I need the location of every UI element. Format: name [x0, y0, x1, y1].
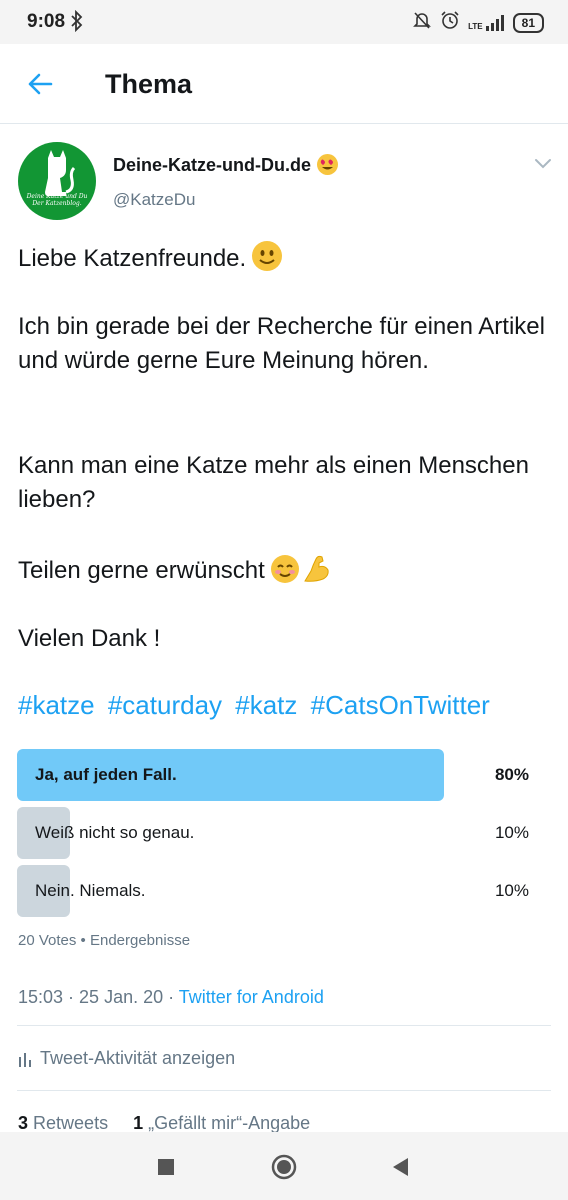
poll-option-label: Nein. Niemals.	[35, 881, 146, 900]
tweet-stats: 3 Retweets 1 „Gefällt mir“-Angabe	[18, 1113, 310, 1134]
avatar-caption: Deine Katze und Du Der Katzenblog.	[18, 193, 96, 207]
recents-button[interactable]	[151, 1152, 181, 1182]
poll-option: Ja, auf jeden Fall. 80%	[17, 749, 531, 801]
divider	[17, 1025, 551, 1026]
mute-icon	[412, 10, 432, 35]
tweet-line-1: Liebe Katzenfreunde.	[18, 241, 548, 276]
tweet-share-text: Teilen gerne erwünscht	[18, 557, 265, 584]
circle-icon	[271, 1154, 297, 1180]
divider	[17, 1090, 551, 1091]
alarm-icon	[440, 10, 460, 35]
author-handle[interactable]: @KatzeDu	[113, 190, 195, 210]
hashtag-list: #katze #caturday #katz #CatsOnTwitter	[18, 690, 496, 721]
poll-option-label: Weiß nicht so genau.	[35, 823, 195, 842]
poll-option: Weiß nicht so genau. 10%	[17, 807, 531, 859]
cat-logo-icon	[45, 150, 76, 196]
hashtag-katze[interactable]: #katze	[18, 690, 95, 720]
author-name-text: Deine-Katze-und-Du.de	[113, 155, 311, 175]
tweet-paragraph-share: Teilen gerne erwünscht	[18, 553, 548, 588]
tweet-options-button[interactable]	[530, 152, 556, 174]
likes-label: „Gefällt mir“-Angabe	[148, 1113, 311, 1133]
poll-option-label: Ja, auf jeden Fall.	[35, 765, 177, 784]
timestamp-text: 15:03 · 25 Jan. 20 ·	[18, 987, 179, 1007]
status-time: 9:08	[27, 11, 66, 32]
avatar-caption-line1: Deine Katze und Du	[26, 193, 88, 200]
square-icon	[158, 1159, 174, 1175]
poll-meta: 20 Votes • Endergebnisse	[18, 932, 191, 949]
flexed-biceps-emoji-icon	[301, 553, 331, 583]
home-button[interactable]	[269, 1152, 299, 1182]
top-app-bar: Thema	[0, 44, 568, 124]
back-nav-button[interactable]	[385, 1152, 415, 1182]
poll-option-percent: 10%	[494, 881, 529, 900]
lte-label: LTE	[468, 21, 483, 31]
tweet-timestamp: 15:03 · 25 Jan. 20 · Twitter for Android	[18, 987, 324, 1008]
arrow-left-icon	[28, 73, 53, 95]
retweets-count: 3	[18, 1113, 29, 1133]
system-nav-bar	[0, 1132, 568, 1200]
tweet-paragraph-research: Ich bin gerade bei der Recherche für ein…	[18, 313, 545, 374]
poll-option-percent: 10%	[494, 823, 529, 842]
author-name[interactable]: Deine-Katze-und-Du.de	[113, 154, 338, 176]
bar-chart-icon	[19, 1052, 31, 1067]
activity-label: Tweet-Aktivität anzeigen	[40, 1048, 236, 1068]
smile-emoji-icon	[252, 241, 283, 271]
lte-signal-icon: LTE	[468, 14, 505, 31]
avatar[interactable]: Deine Katze und Du Der Katzenblog.	[18, 142, 96, 220]
source-link[interactable]: Twitter for Android	[179, 987, 324, 1007]
retweets-label: Retweets	[33, 1113, 109, 1133]
tweet-activity-button[interactable]: Tweet-Aktivität anzeigen	[18, 1048, 235, 1069]
avatar-caption-line2: Der Katzenblog.	[32, 200, 82, 207]
poll-option-percent: 80%	[494, 765, 529, 784]
poll-option: Nein. Niemals. 10%	[17, 865, 531, 917]
hashtag-caturday[interactable]: #caturday	[108, 690, 222, 720]
blush-emoji-icon	[270, 555, 299, 583]
page-title: Thema	[105, 69, 193, 99]
battery-indicator: 81	[512, 12, 544, 33]
bluetooth-icon	[70, 9, 84, 37]
likes-stat[interactable]: 1 „Gefällt mir“-Angabe	[133, 1113, 310, 1133]
back-button[interactable]	[22, 66, 58, 102]
retweets-stat[interactable]: 3 Retweets	[18, 1113, 108, 1133]
triangle-left-icon	[393, 1158, 408, 1176]
likes-count: 1	[133, 1113, 144, 1133]
tweet-paragraph-thanks: Vielen Dank !	[18, 625, 161, 652]
hashtag-catsontwitter[interactable]: #CatsOnTwitter	[311, 690, 490, 720]
status-bar: 9:08 LTE 81	[0, 0, 568, 44]
tweet-paragraph-question: Kann man eine Katze mehr als einen Mensc…	[18, 452, 529, 513]
tweet-greeting: Liebe Katzenfreunde.	[18, 245, 247, 272]
heart-eyes-emoji-icon	[317, 154, 338, 175]
hashtag-katz[interactable]: #katz	[235, 690, 297, 720]
chevron-down-icon	[535, 159, 551, 169]
